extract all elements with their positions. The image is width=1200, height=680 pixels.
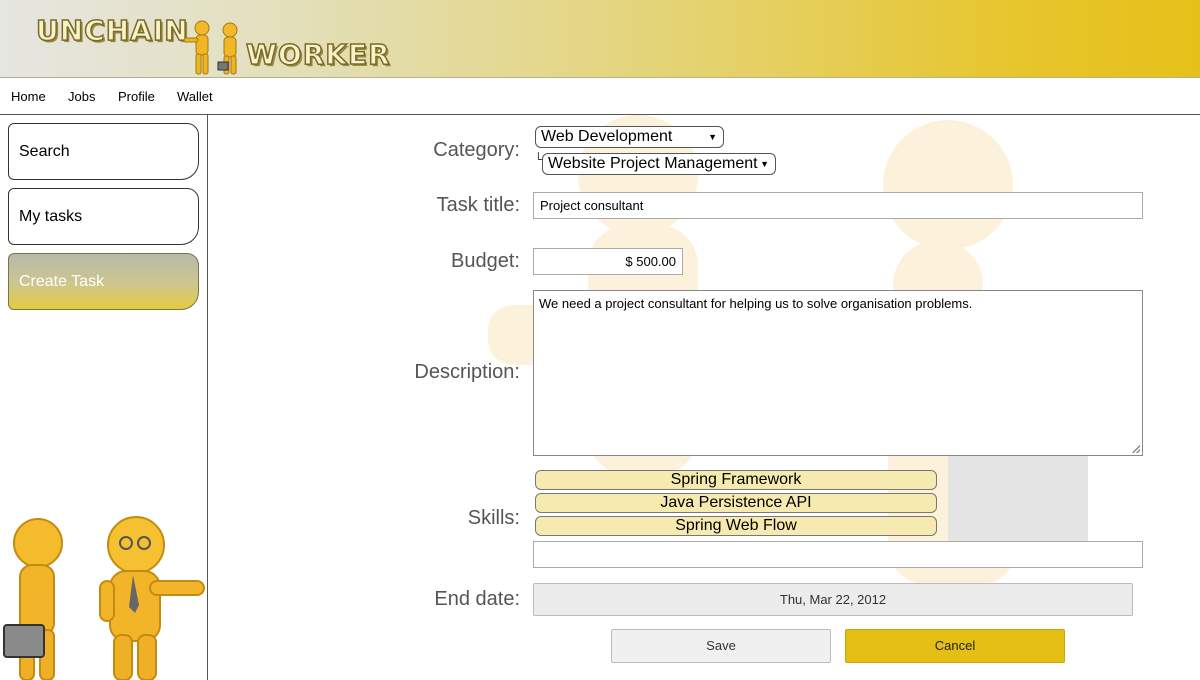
sidebar: Search My tasks Create Task — [0, 115, 208, 680]
skill-tag[interactable]: Spring Framework — [535, 470, 937, 490]
sidebar-item-my-tasks[interactable]: My tasks — [8, 188, 199, 245]
resize-handle-icon[interactable] — [1132, 445, 1140, 453]
category-select[interactable]: Web Development ▼ — [535, 126, 724, 148]
nav-home[interactable]: Home — [11, 89, 46, 104]
skills-label: Skills: — [467, 507, 520, 529]
sidebar-item-search[interactable]: Search — [8, 123, 199, 180]
description-textarea[interactable]: We need a project consultant for helping… — [533, 290, 1143, 456]
skill-search-input[interactable] — [533, 541, 1143, 568]
task-title-label: Task title: — [436, 194, 520, 216]
end-date-label: End date: — [434, 588, 520, 610]
category-label: Category: — [433, 139, 520, 161]
category-select-value: Web Development — [541, 128, 673, 145]
worker-figures-logo-icon — [184, 20, 238, 75]
create-task-form: Category: Web Development ▼ └ Website Pr… — [208, 115, 1200, 680]
budget-input[interactable]: $ 500.00 — [533, 248, 683, 275]
dropdown-arrow-icon: ▼ — [760, 159, 769, 169]
logo-word-unchain: UNCHAIN — [35, 13, 189, 48]
budget-label: Budget: — [451, 250, 520, 272]
skill-tag[interactable]: Java Persistence API — [535, 493, 937, 513]
subcategory-select[interactable]: Website Project Management ▼ — [542, 153, 776, 175]
description-label: Description: — [414, 361, 520, 383]
description-text: We need a project consultant for helping… — [539, 296, 973, 311]
end-date-picker[interactable]: Thu, Mar 22, 2012 — [533, 583, 1133, 616]
nav-jobs[interactable]: Jobs — [68, 89, 95, 104]
sidebar-item-create-task[interactable]: Create Task — [8, 253, 199, 310]
dropdown-arrow-icon: ▼ — [708, 132, 717, 142]
worker-figures-illustration-icon — [3, 516, 205, 680]
header-banner: UNCHAIN WORKER — [0, 0, 1200, 78]
save-button[interactable]: Save — [611, 629, 831, 663]
cancel-button[interactable]: Cancel — [845, 629, 1065, 663]
top-nav: Home Jobs Profile Wallet — [0, 78, 1200, 115]
task-title-input[interactable]: Project consultant — [533, 192, 1143, 219]
subcategory-select-value: Website Project Management — [548, 155, 758, 172]
nav-profile[interactable]: Profile — [118, 89, 155, 104]
app-logo[interactable]: UNCHAIN WORKER — [35, 8, 396, 75]
logo-word-worker: WORKER — [245, 37, 391, 72]
skill-tag[interactable]: Spring Web Flow — [535, 516, 937, 536]
nav-wallet[interactable]: Wallet — [177, 89, 213, 104]
